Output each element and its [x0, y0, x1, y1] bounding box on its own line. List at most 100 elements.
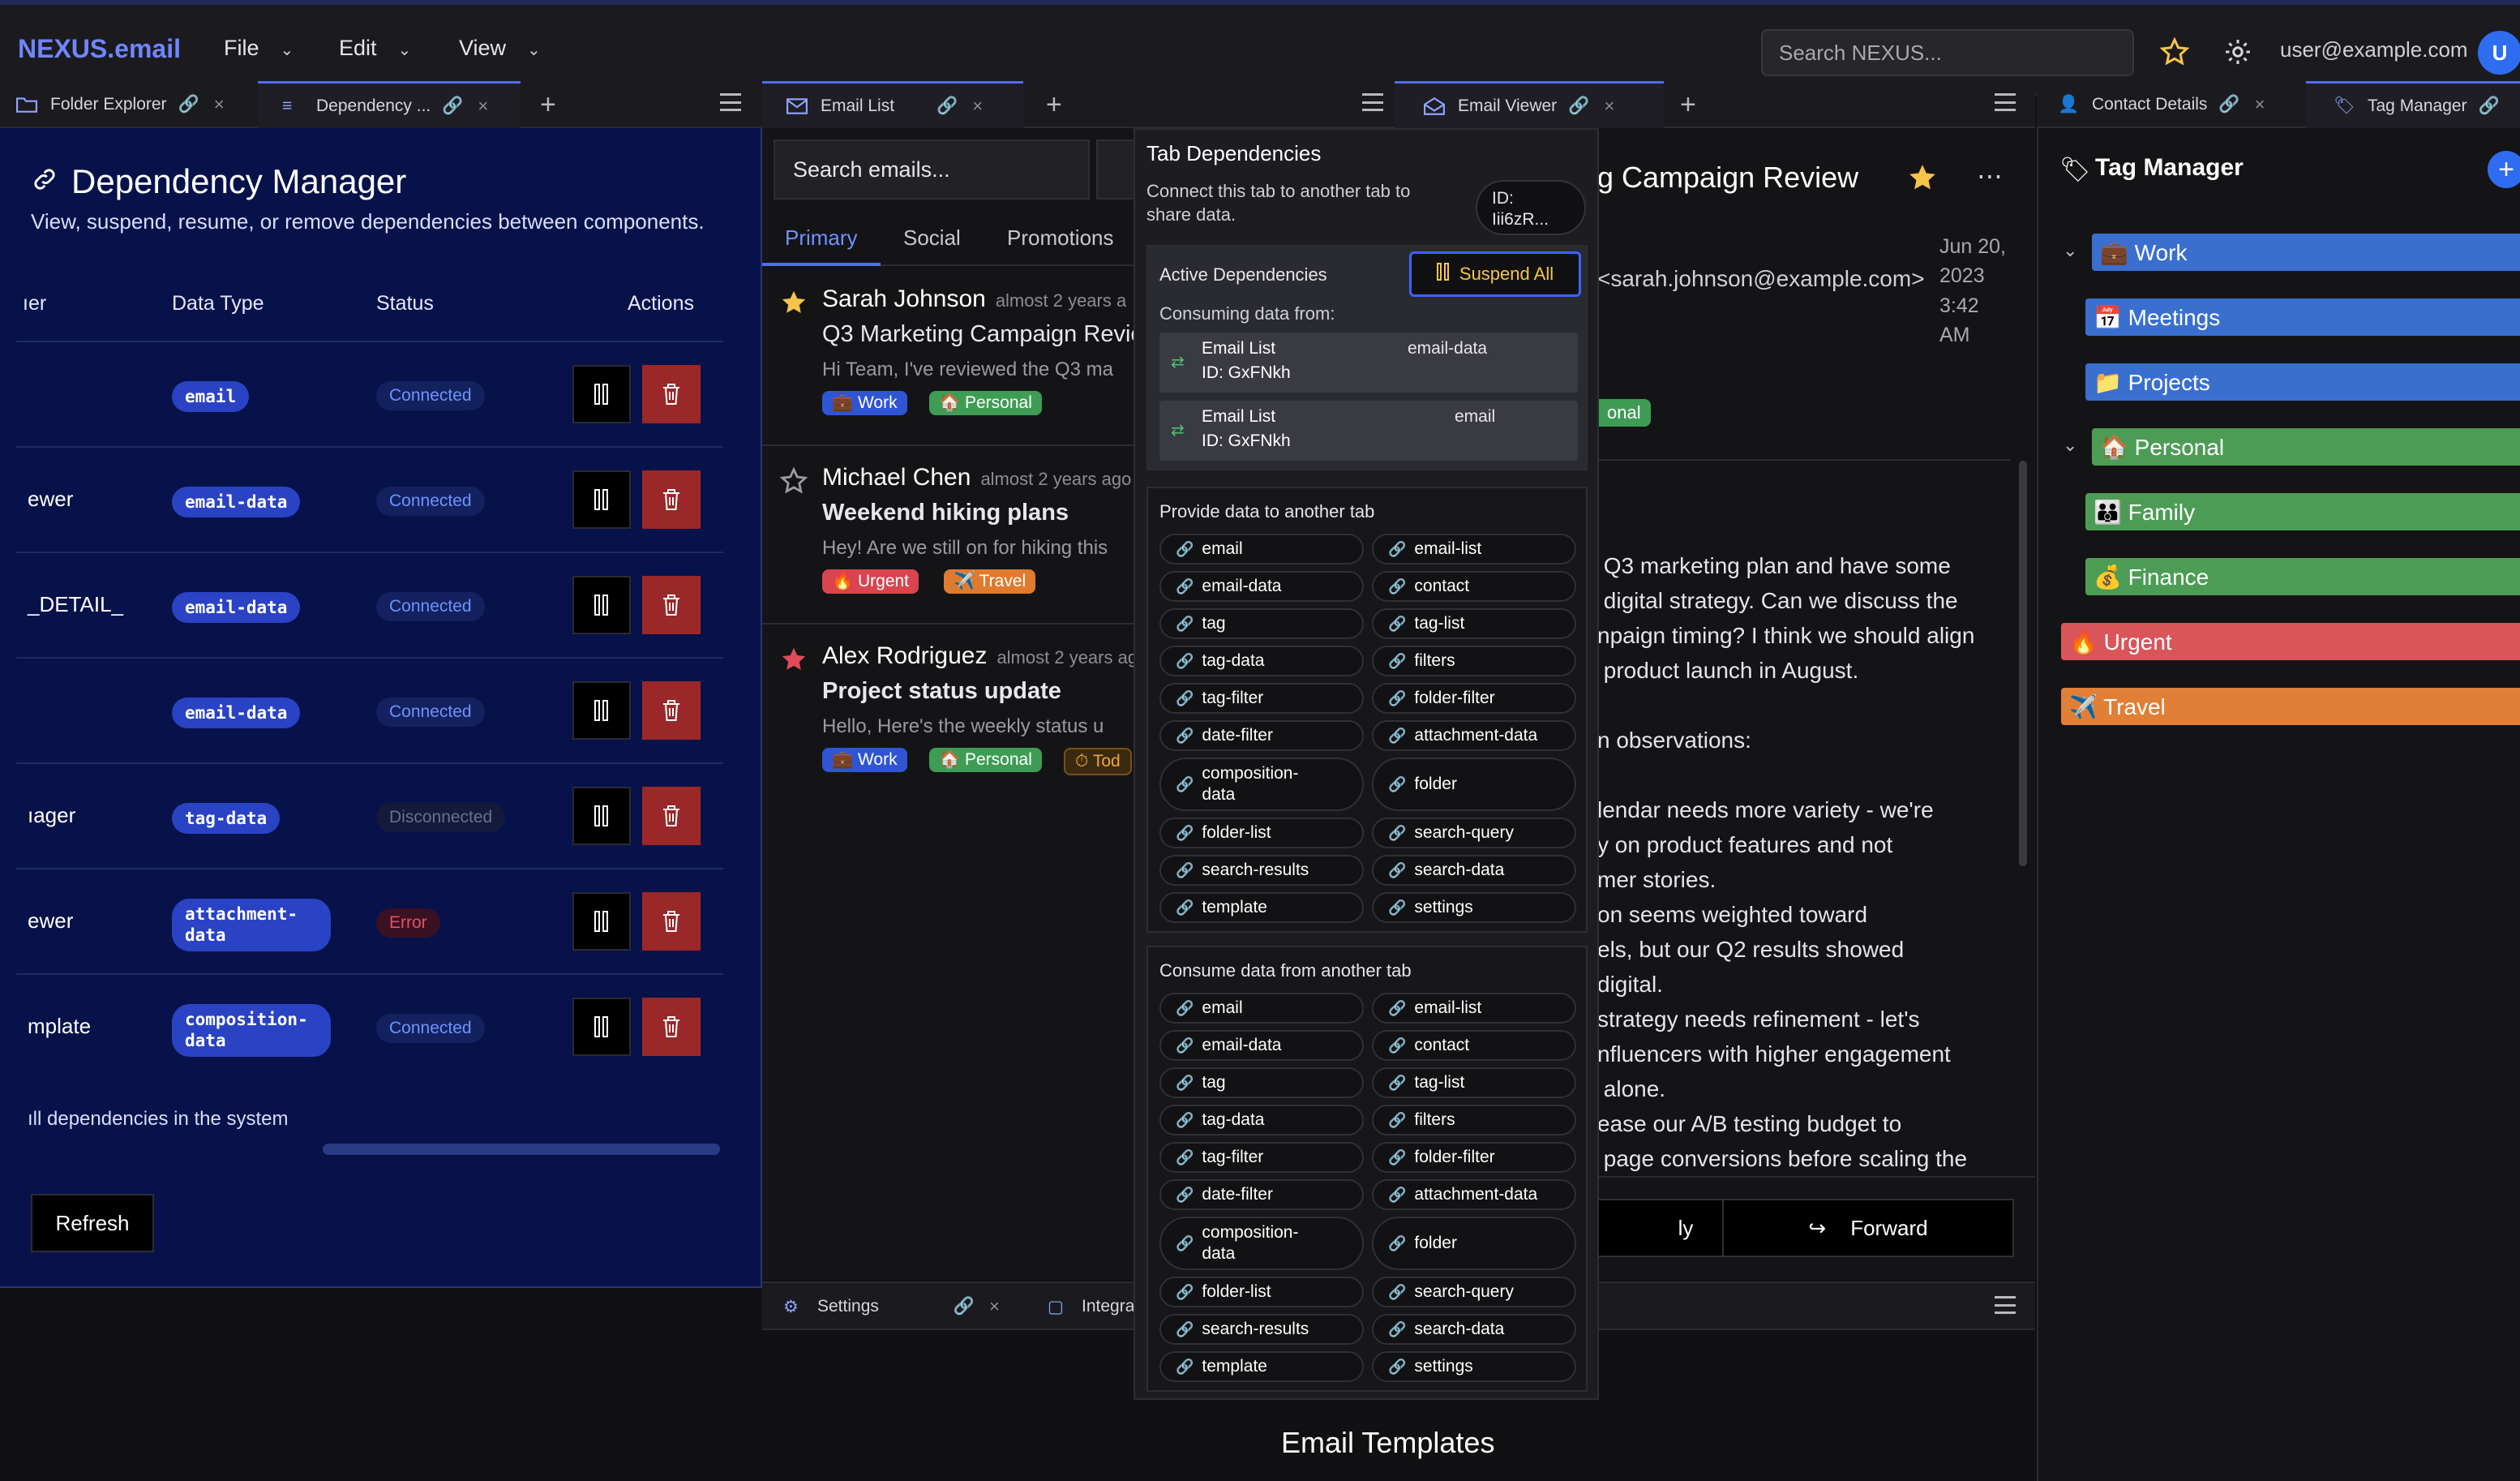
add-tab-icon[interactable]: + [1680, 89, 1696, 121]
star-icon[interactable] [780, 289, 808, 316]
provide-chip-search-data[interactable]: 🔗 search-data [1372, 855, 1576, 886]
menu-view[interactable]: View ⌄ [459, 36, 541, 61]
pause-button[interactable] [572, 998, 631, 1056]
archive-icon[interactable] [1096, 140, 1135, 200]
delete-button[interactable] [642, 892, 701, 951]
close-icon[interactable]: × [2255, 94, 2265, 115]
tag-badge[interactable]: 💼 Work [822, 748, 907, 772]
provide-chip-tag[interactable]: 🔗 tag [1159, 608, 1364, 639]
pause-button[interactable] [572, 787, 631, 845]
provide-chip-folder[interactable]: 🔗 folder [1372, 758, 1576, 811]
delete-button[interactable] [642, 470, 701, 529]
pause-button[interactable] [572, 681, 631, 740]
menu-icon[interactable] [1995, 93, 2016, 111]
menu-icon[interactable] [1362, 93, 1383, 111]
tab-tag-manager[interactable]: 🏷 Tag Manager 🔗 [2306, 81, 2520, 128]
suspend-all-button[interactable]: Suspend All [1409, 251, 1581, 297]
more-options-icon[interactable]: ⋯ [1977, 161, 2003, 191]
menu-edit[interactable]: Edit ⌄ [339, 36, 411, 61]
consume-chip-search-results[interactable]: 🔗 search-results [1159, 1314, 1364, 1345]
provide-chip-filters[interactable]: 🔗 filters [1372, 646, 1576, 676]
tag-badge[interactable]: 🏠 Personal [929, 391, 1042, 415]
close-icon[interactable]: × [1604, 96, 1614, 117]
consume-chip-contact[interactable]: 🔗 contact [1372, 1030, 1576, 1061]
app-brand[interactable]: NEXUS.email [18, 34, 181, 64]
tab-integrations[interactable]: ▢ Integra [1048, 1283, 1145, 1330]
list-item[interactable]: Alex Rodriguez almost 2 years ago Project… [762, 625, 1135, 803]
provide-chip-template[interactable]: 🔗 template [1159, 892, 1364, 923]
tag-badge[interactable]: ✈️ Travel [944, 569, 1036, 594]
consume-chip-email-data[interactable]: 🔗 email-data [1159, 1030, 1364, 1061]
delete-button[interactable] [642, 998, 701, 1056]
star-icon[interactable] [780, 646, 808, 673]
user-email[interactable]: user@example.com [2280, 37, 2468, 62]
gear-icon[interactable] [2218, 32, 2257, 71]
list-item[interactable]: Sarah Johnson almost 2 years a Q3 Marketi… [762, 268, 1135, 446]
delete-button[interactable] [642, 787, 701, 845]
menu-icon[interactable] [720, 93, 741, 111]
close-icon[interactable]: × [989, 1296, 1000, 1317]
provide-chip-tag-filter[interactable]: 🔗 tag-filter [1159, 683, 1364, 714]
consume-chip-folder-list[interactable]: 🔗 folder-list [1159, 1277, 1364, 1307]
provide-chip-tag-list[interactable]: 🔗 tag-list [1372, 608, 1576, 639]
provide-chip-search-results[interactable]: 🔗 search-results [1159, 855, 1364, 886]
tab-social[interactable]: Social [903, 225, 961, 251]
consume-chip-search-query[interactable]: 🔗 search-query [1372, 1277, 1576, 1307]
provide-chip-attachment-data[interactable]: 🔗 attachment-data [1372, 720, 1576, 751]
provide-chip-composition-data[interactable]: 🔗 composition- data [1159, 758, 1364, 811]
delete-button[interactable] [642, 365, 701, 423]
horizontal-scrollbar[interactable] [323, 1144, 720, 1155]
provide-chip-contact[interactable]: 🔗 contact [1372, 571, 1576, 602]
provide-chip-date-filter[interactable]: 🔗 date-filter [1159, 720, 1364, 751]
provide-chip-folder-list[interactable]: 🔗 folder-list [1159, 818, 1364, 848]
tag-badge[interactable]: 🔥 Urgent [822, 569, 919, 594]
consume-chip-tag[interactable]: 🔗 tag [1159, 1067, 1364, 1098]
pause-button[interactable] [572, 365, 631, 423]
provide-chip-search-query[interactable]: 🔗 search-query [1372, 818, 1576, 848]
star-icon[interactable] [780, 467, 808, 495]
avatar[interactable]: U [2478, 31, 2520, 75]
tab-email-viewer[interactable]: Email Viewer 🔗 × [1395, 81, 1664, 128]
tab-contact-details[interactable]: 👤 Contact Details 🔗 × [2058, 81, 2309, 128]
tag-item-personal[interactable]: 🏠 Personal [2092, 428, 2520, 466]
tab-email-list[interactable]: Email List 🔗 × [762, 81, 1023, 128]
tab-folder-explorer[interactable]: Folder Explorer 🔗 × [16, 81, 251, 128]
chevron-down-icon[interactable]: ⌄ [2063, 435, 2077, 456]
tab-primary[interactable]: Primary [785, 225, 858, 251]
menu-icon[interactable] [1995, 1296, 2016, 1314]
consume-chip-folder-filter[interactable]: 🔗 folder-filter [1372, 1142, 1576, 1173]
menu-file[interactable]: File ⌄ [224, 36, 294, 61]
chevron-down-icon[interactable]: ⌄ [2063, 240, 2077, 261]
close-icon[interactable]: × [214, 94, 225, 115]
consume-chip-date-filter[interactable]: 🔗 date-filter [1159, 1179, 1364, 1210]
global-search-input[interactable]: Search NEXUS... [1761, 29, 2134, 76]
dependency-card[interactable]: ⇄ Email List ID: GxFNkh email-data [1159, 333, 1578, 393]
tab-promotions[interactable]: Promotions [1007, 225, 1114, 251]
pause-button[interactable] [572, 892, 631, 951]
star-icon[interactable] [1907, 162, 1938, 193]
consume-chip-email[interactable]: 🔗 email [1159, 993, 1364, 1024]
tab-dependency-manager[interactable]: ≡ Dependency ... 🔗 × [258, 81, 521, 128]
provide-chip-email-list[interactable]: 🔗 email-list [1372, 534, 1576, 564]
delete-button[interactable] [642, 681, 701, 740]
vertical-scrollbar[interactable] [2019, 461, 2027, 866]
consume-chip-template[interactable]: 🔗 template [1159, 1351, 1364, 1382]
tab-settings[interactable]: ⚙ Settings 🔗 × [783, 1283, 1051, 1330]
tag-badge[interactable]: onal [1597, 399, 1651, 427]
consume-chip-tag-data[interactable]: 🔗 tag-data [1159, 1105, 1364, 1135]
provide-chip-settings[interactable]: 🔗 settings [1372, 892, 1576, 923]
star-icon[interactable] [2155, 32, 2194, 71]
provide-chip-email[interactable]: 🔗 email [1159, 534, 1364, 564]
consume-chip-tag-filter[interactable]: 🔗 tag-filter [1159, 1142, 1364, 1173]
pause-button[interactable] [572, 576, 631, 634]
add-tab-icon[interactable]: + [1046, 89, 1062, 121]
tag-item-projects[interactable]: 📁 Projects [2085, 363, 2520, 401]
consume-chip-composition-data[interactable]: 🔗 composition- data [1159, 1217, 1364, 1270]
refresh-button[interactable]: Refresh [31, 1194, 154, 1252]
tag-item-work[interactable]: 💼 Work [2092, 234, 2520, 271]
list-item[interactable]: Michael Chen almost 2 years ago Weekend h… [762, 446, 1135, 625]
tag-item-urgent[interactable]: 🔥 Urgent [2061, 623, 2520, 660]
consume-chip-filters[interactable]: 🔗 filters [1372, 1105, 1576, 1135]
consume-chip-settings[interactable]: 🔗 settings [1372, 1351, 1576, 1382]
tag-badge[interactable]: ⏱ Tod [1064, 748, 1132, 775]
